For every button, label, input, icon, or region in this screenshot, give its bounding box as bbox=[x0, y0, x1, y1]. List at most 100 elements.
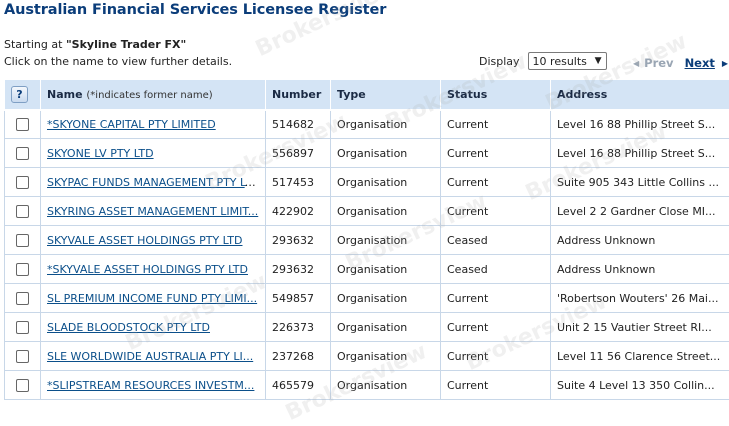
results-table: ? Name (*indicates former name) Number T… bbox=[4, 79, 729, 400]
row-checkbox-cell bbox=[5, 342, 41, 371]
table-row: SKYVALE ASSET HOLDINGS PTY LTD 293632 Or… bbox=[5, 226, 729, 255]
prev-page-link[interactable]: ◀ Prev bbox=[633, 56, 674, 70]
row-checkbox-cell bbox=[5, 139, 41, 168]
row-checkbox[interactable] bbox=[16, 350, 29, 363]
address-cell: Address Unknown bbox=[551, 226, 729, 255]
status-cell: Current bbox=[441, 284, 551, 313]
licensee-name-link[interactable]: SKYPAC FUNDS MANAGEMENT PTY LTD bbox=[47, 176, 260, 189]
number-cell: 237268 bbox=[266, 342, 331, 371]
type-cell: Organisation bbox=[331, 342, 441, 371]
licensee-name-link[interactable]: *SKYONE CAPITAL PTY LIMITED bbox=[47, 118, 216, 131]
row-checkbox[interactable] bbox=[16, 205, 29, 218]
number-cell: 422902 bbox=[266, 197, 331, 226]
licensee-name-link[interactable]: SLE WORLDWIDE AUSTRALIA PTY LI... bbox=[47, 350, 253, 363]
header-status: Status bbox=[441, 80, 551, 110]
table-row: SKYPAC FUNDS MANAGEMENT PTY LTD 517453 O… bbox=[5, 168, 729, 197]
display-control: Display 10 results ▼ bbox=[479, 52, 607, 70]
type-cell: Organisation bbox=[331, 371, 441, 400]
number-cell: 549857 bbox=[266, 284, 331, 313]
status-cell: Current bbox=[441, 197, 551, 226]
starting-at-value: "Skyline Trader FX" bbox=[66, 38, 186, 51]
licensee-name-link[interactable]: SKYONE LV PTY LTD bbox=[47, 147, 154, 160]
address-cell: Unit 2 15 Vautier Street RI... bbox=[551, 313, 729, 342]
number-cell: 465579 bbox=[266, 371, 331, 400]
row-checkbox[interactable] bbox=[16, 292, 29, 305]
status-cell: Current bbox=[441, 110, 551, 139]
name-cell: *SKYVALE ASSET HOLDINGS PTY LTD bbox=[41, 255, 266, 284]
address-cell: Suite 4 Level 13 350 Collin... bbox=[551, 371, 729, 400]
name-cell: *SLIPSTREAM RESOURCES INVESTM... bbox=[41, 371, 266, 400]
row-checkbox[interactable] bbox=[16, 234, 29, 247]
triangle-right-icon[interactable]: ▶ bbox=[722, 59, 728, 68]
table-row: SLADE BLOODSTOCK PTY LTD 226373 Organisa… bbox=[5, 313, 729, 342]
table-header-row: ? Name (*indicates former name) Number T… bbox=[5, 80, 729, 110]
type-cell: Organisation bbox=[331, 197, 441, 226]
table-row: SL PREMIUM INCOME FUND PTY LIMI... 54985… bbox=[5, 284, 729, 313]
address-cell: Level 16 88 Phillip Street S... bbox=[551, 139, 729, 168]
next-page-link[interactable]: Next bbox=[685, 56, 715, 70]
status-cell: Current bbox=[441, 371, 551, 400]
prev-label: Prev bbox=[644, 56, 673, 70]
table-row: *SKYVALE ASSET HOLDINGS PTY LTD 293632 O… bbox=[5, 255, 729, 284]
status-cell: Current bbox=[441, 168, 551, 197]
number-cell: 293632 bbox=[266, 255, 331, 284]
licensee-name-link[interactable]: *SKYVALE ASSET HOLDINGS PTY LTD bbox=[47, 263, 248, 276]
type-cell: Organisation bbox=[331, 110, 441, 139]
row-checkbox-cell bbox=[5, 313, 41, 342]
display-label: Display bbox=[479, 55, 520, 68]
header-name: Name (*indicates former name) bbox=[41, 80, 266, 110]
status-cell: Current bbox=[441, 139, 551, 168]
licensee-name-link[interactable]: SL PREMIUM INCOME FUND PTY LIMI... bbox=[47, 292, 257, 305]
page-title: Australian Financial Services Licensee R… bbox=[4, 2, 386, 18]
number-cell: 517453 bbox=[266, 168, 331, 197]
header-name-note: (*indicates former name) bbox=[86, 90, 212, 101]
results-per-page-select[interactable]: 10 results ▼ bbox=[528, 52, 607, 70]
header-type: Type bbox=[331, 80, 441, 110]
number-cell: 293632 bbox=[266, 226, 331, 255]
name-cell: SL PREMIUM INCOME FUND PTY LIMI... bbox=[41, 284, 266, 313]
row-checkbox-cell bbox=[5, 110, 41, 139]
help-header[interactable]: ? bbox=[5, 80, 41, 110]
table-row: *SKYONE CAPITAL PTY LIMITED 514682 Organ… bbox=[5, 110, 729, 139]
help-icon[interactable]: ? bbox=[11, 86, 28, 103]
row-checkbox[interactable] bbox=[16, 263, 29, 276]
number-cell: 556897 bbox=[266, 139, 331, 168]
row-checkbox-cell bbox=[5, 197, 41, 226]
type-cell: Organisation bbox=[331, 255, 441, 284]
address-cell: Suite 905 343 Little Collins ... bbox=[551, 168, 729, 197]
type-cell: Organisation bbox=[331, 313, 441, 342]
pager: ◀ Prev Next ▶ bbox=[633, 56, 728, 70]
status-cell: Current bbox=[441, 313, 551, 342]
row-checkbox-cell bbox=[5, 255, 41, 284]
table-row: SKYRING ASSET MANAGEMENT LIMIT... 422902… bbox=[5, 197, 729, 226]
status-cell: Ceased bbox=[441, 226, 551, 255]
type-cell: Organisation bbox=[331, 284, 441, 313]
number-cell: 514682 bbox=[266, 110, 331, 139]
type-cell: Organisation bbox=[331, 168, 441, 197]
name-cell: SKYVALE ASSET HOLDINGS PTY LTD bbox=[41, 226, 266, 255]
triangle-left-icon: ◀ bbox=[633, 59, 639, 68]
name-cell: SKYRING ASSET MANAGEMENT LIMIT... bbox=[41, 197, 266, 226]
instruction-text: Click on the name to view further detail… bbox=[4, 55, 232, 68]
row-checkbox[interactable] bbox=[16, 176, 29, 189]
row-checkbox-cell bbox=[5, 371, 41, 400]
licensee-name-link[interactable]: SKYVALE ASSET HOLDINGS PTY LTD bbox=[47, 234, 242, 247]
name-cell: *SKYONE CAPITAL PTY LIMITED bbox=[41, 110, 266, 139]
row-checkbox[interactable] bbox=[16, 118, 29, 131]
licensee-name-link[interactable]: SKYRING ASSET MANAGEMENT LIMIT... bbox=[47, 205, 258, 218]
address-cell: Level 11 56 Clarence Street... bbox=[551, 342, 729, 371]
table-row: SKYONE LV PTY LTD 556897 Organisation Cu… bbox=[5, 139, 729, 168]
address-cell: Address Unknown bbox=[551, 255, 729, 284]
type-cell: Organisation bbox=[331, 226, 441, 255]
name-cell: SKYONE LV PTY LTD bbox=[41, 139, 266, 168]
starting-at-label: Starting at bbox=[4, 38, 62, 51]
address-cell: 'Robertson Wouters' 26 Mai... bbox=[551, 284, 729, 313]
row-checkbox[interactable] bbox=[16, 147, 29, 160]
licensee-name-link[interactable]: *SLIPSTREAM RESOURCES INVESTM... bbox=[47, 379, 254, 392]
address-cell: Level 16 88 Phillip Street S... bbox=[551, 110, 729, 139]
row-checkbox[interactable] bbox=[16, 379, 29, 392]
licensee-name-link[interactable]: SLADE BLOODSTOCK PTY LTD bbox=[47, 321, 210, 334]
row-checkbox[interactable] bbox=[16, 321, 29, 334]
name-cell: SLADE BLOODSTOCK PTY LTD bbox=[41, 313, 266, 342]
chevron-down-icon: ▼ bbox=[595, 56, 602, 66]
